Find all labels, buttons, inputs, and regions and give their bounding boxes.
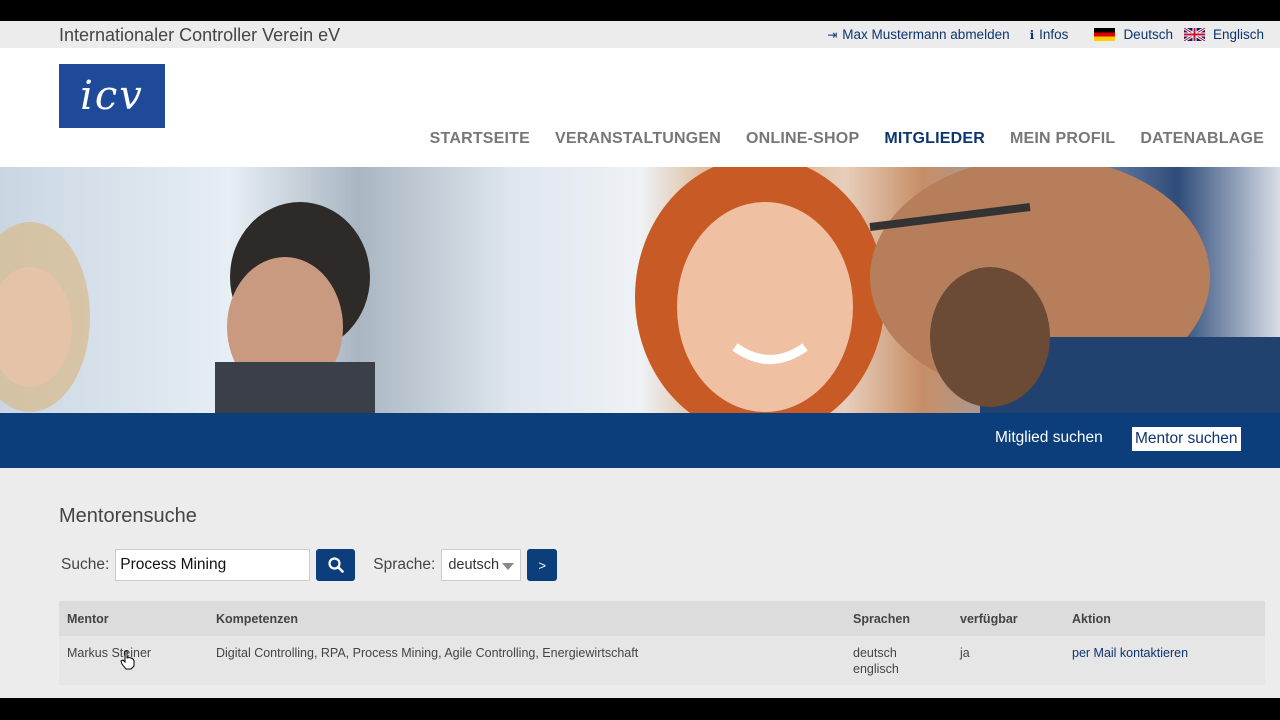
language-label: Sprache: xyxy=(373,556,436,573)
main-content: Mentorensuche Suche: Sprache: deutsch > … xyxy=(0,468,1280,698)
table-row: Markus Steiner Digital Controlling, RPA,… xyxy=(59,636,1265,685)
page-title: Mentorensuche xyxy=(59,505,197,527)
cell-verfuegbar: ja xyxy=(952,636,1064,685)
cell-sprachen: deutsch englisch xyxy=(845,636,952,685)
nav-startseite[interactable]: STARTSEITE xyxy=(430,130,530,148)
nav-mein-profil[interactable]: MEIN PROFIL xyxy=(1010,130,1115,148)
search-row: Suche: Sprache: deutsch > xyxy=(61,549,558,581)
go-button[interactable]: > xyxy=(527,549,558,581)
nav-mitglieder[interactable]: MITGLIEDER xyxy=(884,130,985,148)
col-mentor: Mentor xyxy=(59,601,208,636)
col-verfuegbar: verfügbar xyxy=(952,601,1064,636)
language-select-value: deutsch xyxy=(448,557,500,573)
col-aktion: Aktion xyxy=(1064,601,1265,636)
icv-logo[interactable]: icv xyxy=(59,64,165,128)
nav-datenablage[interactable]: DATENABLAGE xyxy=(1140,130,1264,148)
chevron-down-icon xyxy=(502,563,515,570)
mentor-table: Mentor Kompetenzen Sprachen verfügbar Ak… xyxy=(59,601,1265,685)
org-name: Internationaler Controller Verein eV xyxy=(59,25,341,45)
infos-link[interactable]: ℹ Infos xyxy=(1030,27,1069,42)
search-input[interactable] xyxy=(115,549,311,581)
german-flag-icon xyxy=(1094,28,1116,41)
logout-link[interactable]: ⇥ Max Mustermann abmelden xyxy=(827,27,1009,42)
lang-de-link[interactable]: Deutsch xyxy=(1094,27,1173,42)
member-search-link[interactable]: Mitglied suchen xyxy=(995,429,1103,447)
search-label: Suche: xyxy=(61,556,110,573)
language-2: englisch xyxy=(853,662,899,676)
hand-cursor-icon xyxy=(120,650,135,670)
mentor-search-link[interactable]: Mentor suchen xyxy=(1132,427,1241,451)
language-1: deutsch xyxy=(853,646,897,660)
top-bar: Internationaler Controller Verein eV ⇥ M… xyxy=(0,21,1280,48)
lang-de-label: Deutsch xyxy=(1123,27,1173,42)
col-sprachen: Sprachen xyxy=(845,601,952,636)
table-header-row: Mentor Kompetenzen Sprachen verfügbar Ak… xyxy=(59,601,1265,636)
lang-en-link[interactable]: Englisch xyxy=(1183,27,1264,42)
contact-mail-link[interactable]: per Mail kontaktieren xyxy=(1072,646,1188,660)
site-header: icv STARTSEITE VERANSTALTUNGEN ONLINE-SH… xyxy=(0,48,1280,167)
infos-label: Infos xyxy=(1039,27,1069,42)
info-icon: ℹ xyxy=(1029,27,1035,42)
col-kompetenzen: Kompetenzen xyxy=(208,601,845,636)
uk-flag-icon xyxy=(1183,28,1205,41)
hero-image xyxy=(0,167,1280,413)
search-button[interactable] xyxy=(316,549,356,581)
sign-out-icon: ⇥ xyxy=(827,27,838,42)
logout-label: Max Mustermann abmelden xyxy=(842,27,1010,42)
lang-en-label: Englisch xyxy=(1212,27,1264,42)
logo-text: icv xyxy=(80,73,144,119)
main-nav: STARTSEITE VERANSTALTUNGEN ONLINE-SHOP M… xyxy=(405,130,1264,148)
cell-aktion: per Mail kontaktieren xyxy=(1064,636,1265,685)
top-links: ⇥ Max Mustermann abmelden ℹ Infos Deutsc… xyxy=(807,27,1264,42)
cell-kompetenzen: Digital Controlling, RPA, Process Mining… xyxy=(208,636,845,685)
nav-online-shop[interactable]: ONLINE-SHOP xyxy=(746,130,859,148)
search-icon xyxy=(328,557,344,573)
sub-nav: Mitglied suchen Mentor suchen xyxy=(0,413,1280,468)
language-select[interactable]: deutsch xyxy=(441,549,522,581)
nav-veranstaltungen[interactable]: VERANSTALTUNGEN xyxy=(555,130,721,148)
app-window: Internationaler Controller Verein eV ⇥ M… xyxy=(0,0,1280,720)
